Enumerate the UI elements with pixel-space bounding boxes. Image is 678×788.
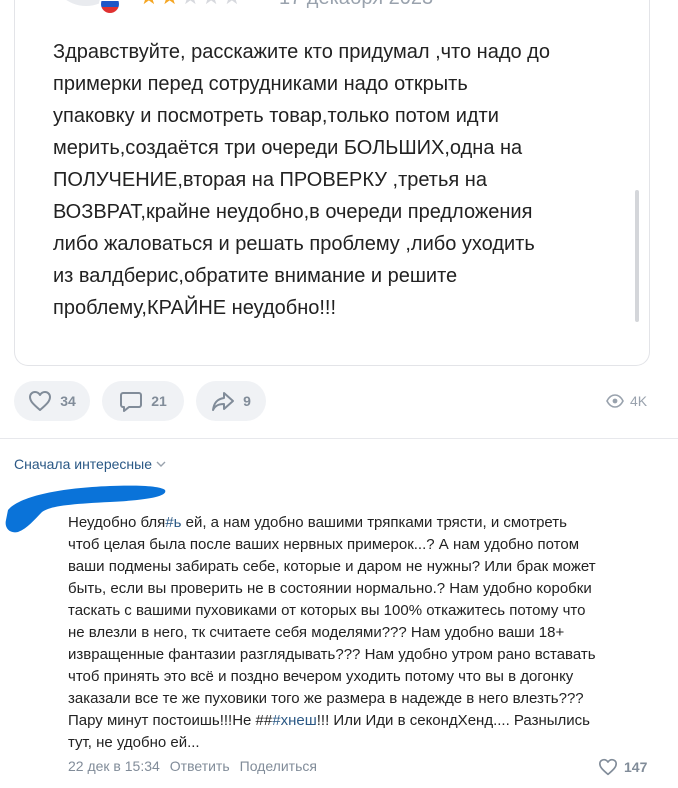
sort-label: Сначала интересные xyxy=(14,456,152,472)
comment-timestamp[interactable]: 22 дек в 15:34 xyxy=(68,758,160,774)
divider xyxy=(0,438,678,439)
hashtag-link[interactable]: #хнеш xyxy=(272,712,317,729)
comment-like-button[interactable]: 147 xyxy=(598,758,647,776)
comment-button[interactable]: 21 xyxy=(102,381,184,421)
views-counter: 4K xyxy=(606,393,647,409)
reply-link[interactable]: Ответить xyxy=(170,758,230,774)
review-date: 17 декабря 2023 xyxy=(279,0,433,10)
comment-text: Неудобно бля#ь ей, а нам удобно вашими т… xyxy=(68,512,658,754)
star-icon: ★ xyxy=(222,0,243,9)
rating-stars: ★★★★★ xyxy=(139,0,243,10)
comment-text-part: Неудобно бля xyxy=(68,514,166,531)
heart-icon xyxy=(29,391,52,411)
comments-sort-dropdown[interactable]: Сначала интересные xyxy=(14,456,166,472)
share-icon xyxy=(212,392,235,411)
views-count: 4K xyxy=(630,393,648,409)
comment-count: 21 xyxy=(151,393,167,409)
review-text: Здравствуйте, расскажите кто придумал ,ч… xyxy=(53,41,550,319)
like-button[interactable]: 34 xyxy=(14,381,90,421)
comment-icon xyxy=(120,392,143,412)
star-icon: ★ xyxy=(160,0,181,9)
comment-text-part: ей, а нам удобно вашими тряпками трясти,… xyxy=(68,514,596,729)
star-icon: ★ xyxy=(201,0,222,9)
russia-flag-icon xyxy=(99,0,121,15)
comment-like-count: 147 xyxy=(624,759,648,775)
comment-meta: 22 дек в 15:34 Ответить Поделиться xyxy=(68,758,317,774)
heart-icon xyxy=(598,758,617,776)
eye-icon xyxy=(606,394,624,408)
scrollbar[interactable] xyxy=(635,190,639,322)
review-card: ★★★★★ 17 декабря 2023 Здравствуйте, расс… xyxy=(14,0,650,366)
like-count: 34 xyxy=(60,393,76,409)
chevron-down-icon xyxy=(156,461,166,467)
hashtag-link[interactable]: #ь xyxy=(165,514,181,531)
star-icon: ★ xyxy=(139,0,160,9)
star-icon: ★ xyxy=(180,0,201,9)
share-count: 9 xyxy=(243,393,251,409)
share-button[interactable]: 9 xyxy=(196,381,266,421)
share-link[interactable]: Поделиться xyxy=(240,758,317,774)
